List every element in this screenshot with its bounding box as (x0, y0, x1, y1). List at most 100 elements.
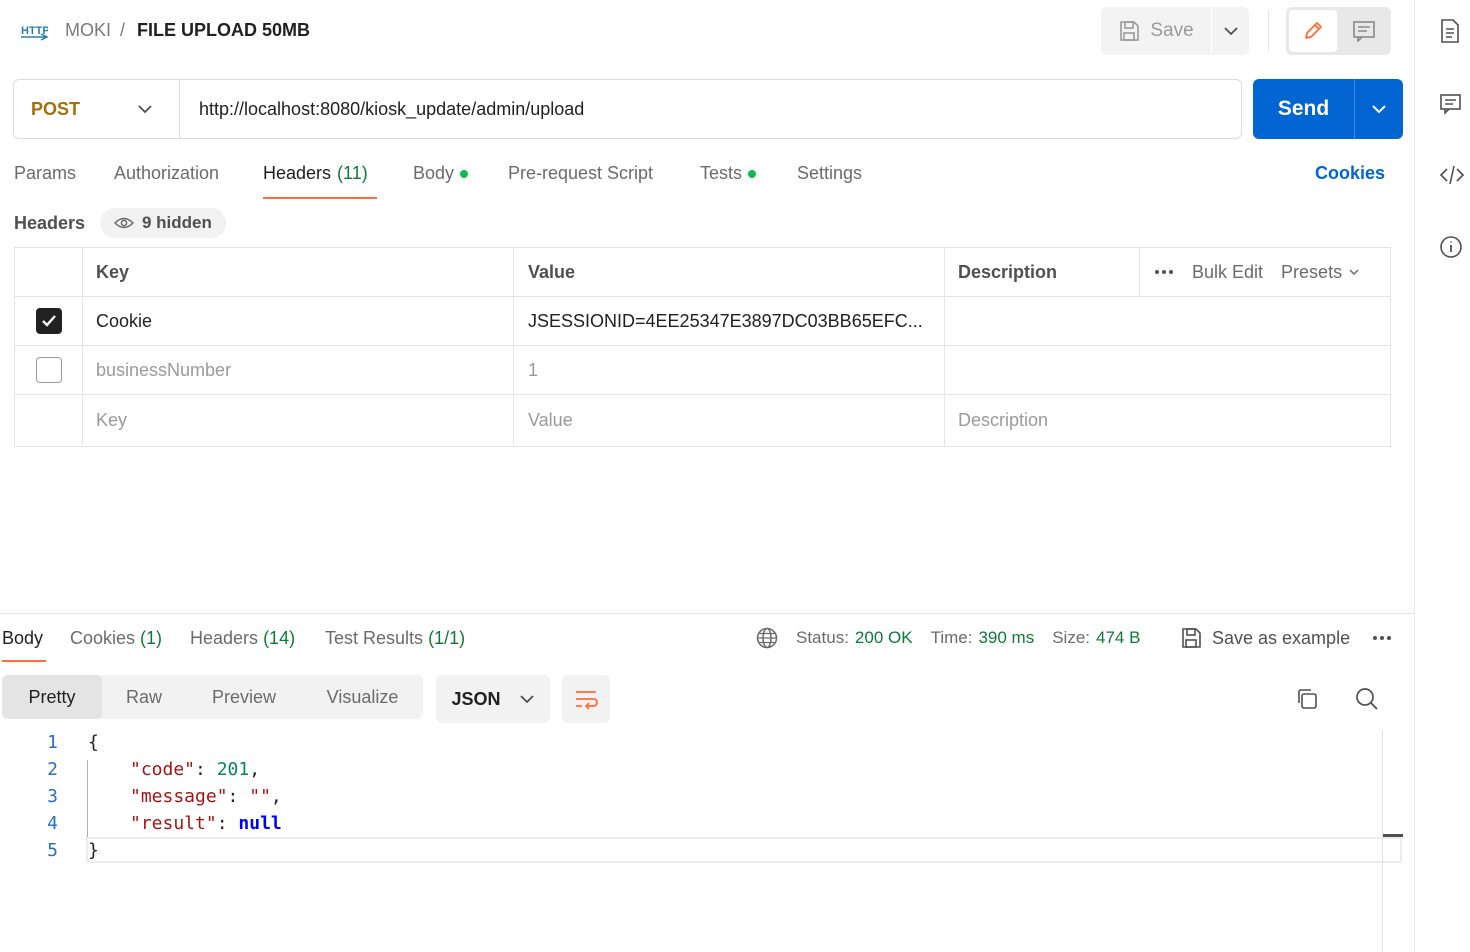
more-options-icon[interactable] (1372, 635, 1392, 641)
json-trail: , (249, 759, 261, 780)
save-icon (1118, 20, 1140, 42)
save-dropdown-button[interactable] (1211, 7, 1249, 55)
request-url-bar: POST http://localhost:8080/kiosk_update/… (13, 79, 1242, 139)
table-actions: Bulk Edit Presets (1139, 248, 1390, 296)
response-divider[interactable] (0, 613, 1414, 614)
row-checkbox[interactable] (35, 357, 62, 383)
save-group: Save (1101, 7, 1249, 55)
json-key: "result" (130, 813, 217, 834)
tab-params[interactable]: Params (14, 163, 76, 184)
header-value-cell[interactable]: 1 (514, 346, 945, 394)
chevron-down-icon (519, 694, 535, 704)
line-number: 3 (47, 786, 58, 807)
save-label: Save (1150, 20, 1194, 41)
table-row: Cookie JSESSIONID=4EE25347E3897DC03BB65E… (15, 297, 1390, 346)
view-mode-switcher: Pretty Raw Preview Visualize (2, 675, 423, 719)
response-tab-headers[interactable]: Headers (14) (190, 628, 295, 649)
view-mode-visualize[interactable]: Visualize (302, 675, 423, 719)
cookies-link[interactable]: Cookies (1315, 163, 1385, 184)
url-input[interactable]: http://localhost:8080/kiosk_update/admin… (180, 80, 1241, 138)
hidden-headers-toggle[interactable]: 9 hidden (100, 208, 226, 238)
json-key: "message" (130, 786, 228, 807)
json-value: 201 (216, 759, 250, 780)
format-select[interactable]: JSON (436, 675, 550, 723)
wrap-lines-button[interactable] (562, 675, 610, 723)
http-icon: HTTP (20, 20, 48, 42)
headers-table: Key Value Description Bulk Edit Presets (14, 247, 1391, 447)
view-mode-pretty[interactable]: Pretty (2, 675, 102, 719)
format-label: JSON (451, 688, 501, 709)
request-name[interactable]: FILE UPLOAD 50MB (137, 20, 310, 41)
search-icon[interactable] (1355, 687, 1379, 711)
new-key-input[interactable]: Key (83, 396, 514, 445)
info-icon[interactable] (1439, 235, 1463, 259)
line-number: 4 (47, 813, 58, 834)
view-mode-preview[interactable]: Preview (186, 675, 302, 719)
tab-pre-request-script[interactable]: Pre-request Script (508, 163, 653, 184)
status-dot (748, 169, 757, 178)
tab-label: Pre-request Script (508, 163, 654, 183)
tab-label: Headers (190, 628, 259, 648)
header-key-cell[interactable]: businessNumber (83, 346, 514, 394)
presets-dropdown[interactable]: Presets (1281, 262, 1360, 283)
row-checkbox[interactable] (35, 308, 62, 334)
table-row: businessNumber 1 (15, 346, 1390, 395)
response-tab-test-results[interactable]: Test Results (1/1) (325, 628, 465, 649)
code-line-open: { (88, 732, 99, 753)
send-button[interactable]: Send (1253, 79, 1354, 139)
save-button[interactable]: Save (1101, 7, 1211, 55)
chevron-down-icon (1371, 104, 1387, 114)
view-mode-raw[interactable]: Raw (102, 675, 186, 719)
tab-label: Body (413, 163, 455, 183)
row-checkbox-cell (15, 297, 83, 345)
new-value-input[interactable]: Value (514, 396, 945, 445)
response-tab-body[interactable]: Body (2, 628, 43, 649)
editor-scrollbar[interactable] (1382, 730, 1383, 952)
table-new-row: Key Value Description (15, 396, 1390, 445)
code-line: "code": 201, (130, 759, 261, 780)
tab-authorization[interactable]: Authorization (114, 163, 219, 184)
send-dropdown-button[interactable] (1354, 79, 1403, 139)
more-options-icon[interactable] (1154, 269, 1174, 275)
header-key-cell[interactable]: Cookie (83, 297, 514, 345)
method-select[interactable]: POST (14, 80, 180, 138)
status-value[interactable]: 200 OK (855, 628, 913, 648)
tab-tests[interactable]: Tests (700, 163, 757, 184)
header-value-cell[interactable]: JSESSIONID=4EE25347E3897DC03BB65EFC... (514, 297, 945, 345)
globe-icon[interactable] (756, 627, 778, 649)
code-line: "message": "", (130, 786, 282, 807)
code-icon[interactable] (1439, 164, 1465, 186)
tab-settings[interactable]: Settings (797, 163, 862, 184)
row-checkbox-cell (15, 396, 83, 445)
tab-headers[interactable]: Headers (11) (263, 163, 368, 184)
line-number: 2 (47, 759, 58, 780)
status-label: Status: (796, 628, 849, 647)
comment-mode-button[interactable] (1341, 10, 1389, 52)
checkmark-icon (41, 314, 57, 328)
save-as-example-button[interactable]: Save as example (1180, 627, 1392, 649)
method-label: POST (31, 98, 81, 119)
new-description-input[interactable]: Description (945, 396, 1390, 445)
time-value[interactable]: 390 ms (978, 628, 1034, 648)
mode-toggle (1286, 7, 1391, 55)
scroll-thumb[interactable] (1383, 834, 1403, 837)
column-header-value: Value (514, 248, 945, 296)
tab-label: Headers (263, 163, 332, 183)
column-header-key: Key (83, 248, 514, 296)
active-line-highlight (86, 837, 1402, 863)
bulk-edit-button[interactable]: Bulk Edit (1192, 262, 1263, 283)
header-description-cell[interactable] (945, 297, 1390, 345)
headers-section-title: Headers (14, 213, 86, 233)
response-tab-cookies[interactable]: Cookies (1) (70, 628, 162, 649)
comments-icon[interactable] (1439, 92, 1463, 116)
breadcrumb-separator: / (120, 20, 126, 40)
header-description-cell[interactable] (945, 346, 1390, 394)
documentation-icon[interactable] (1439, 18, 1461, 44)
edit-mode-button[interactable] (1289, 10, 1337, 52)
tab-body[interactable]: Body (413, 163, 469, 184)
eye-icon (114, 216, 134, 230)
size-value[interactable]: 474 B (1096, 628, 1140, 648)
breadcrumb-collection[interactable]: MOKI (65, 20, 111, 41)
copy-icon[interactable] (1295, 687, 1319, 711)
column-header-description: Description (958, 261, 1058, 282)
